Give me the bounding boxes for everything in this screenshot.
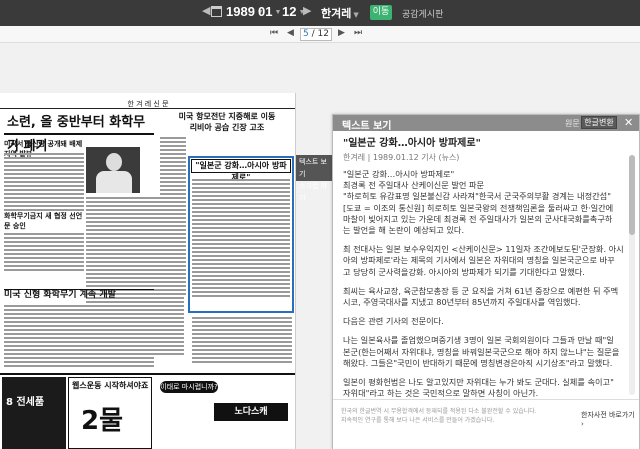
- ad-middle: 웹스운동 시작하셔야죠 2물: [68, 377, 152, 449]
- paragraph-line: 일본이 평화헌법은 나도 알고있지만 자위대는 누가 봐도 군대다. 실체를 속…: [343, 377, 614, 388]
- paragraph-line: 자위대"라고 하는 것은 국민적으로 말하면 사칭이 아닌가.: [343, 388, 539, 397]
- footer-notice: 지속적인 연구를 통해 보다 나은 서비스를 만들어 가겠습니다.: [341, 417, 495, 424]
- article-title: "일본군 강화…아시아 방파제로": [343, 138, 481, 149]
- article-paragraph: 다음은 관련 기사의 전문이다.: [343, 316, 631, 327]
- article-paragraph: 최씨는 육사교장, 육군참모총장 등 군 요직을 거쳐 61년 중장으로 예편한…: [343, 286, 631, 308]
- page-indicator[interactable]: 5 / 12: [300, 28, 332, 41]
- paragraph-line: 최씨는 육사교장, 육군참모총장 등 군 요직을 거쳐 61년 중장으로 예편한…: [343, 285, 619, 296]
- paragraph-line: 본군(한는어째서 자위대냐, 명칭을 바꿔일본국군으로 해야 하지 않느냐"는 …: [343, 346, 620, 357]
- panel-scrollbar[interactable]: [629, 155, 635, 395]
- photo-person-body: [96, 171, 132, 193]
- move-button[interactable]: 이동: [370, 5, 392, 20]
- scrap-option[interactable]: 스크랩 하기: [299, 180, 333, 204]
- paper-select[interactable]: 한겨레 ▼: [321, 5, 359, 21]
- text-view-panel: 텍스트 보기 원문 한글변환 ✕ "일본군 강화…아시아 방파제로" 한겨레 |…: [332, 114, 640, 449]
- article-paragraph: "일본군 강화…아시아 방파제로" 최경록 전 주일대사 산케이신문 발언 파문…: [343, 169, 631, 236]
- close-icon[interactable]: ✕: [624, 116, 633, 129]
- panel-title: 텍스트 보기: [342, 121, 392, 132]
- article-body-text[interactable]: [192, 317, 292, 369]
- next-date-icon[interactable]: ▶: [303, 4, 311, 17]
- paragraph-line: 다음은 관련 기사의 전문이다.: [343, 316, 444, 327]
- month-value: 01: [258, 4, 273, 19]
- article-context-menu: 텍스트 보기 스크랩 하기: [296, 155, 336, 202]
- ad-middle-title: 웹스운동 시작하셔야죠: [72, 381, 149, 390]
- panel-header: 텍스트 보기 원문 한글변환 ✕: [333, 115, 639, 132]
- first-page-icon[interactable]: ⏮: [270, 28, 278, 38]
- date-toolbar: ◀ 1989 ▼ 01 ▼ 12 ▼ ▶ 한겨레 ▼ 이동 공감게시판: [0, 0, 640, 26]
- paragraph-line: "일본군 강화…아시아 방파제로": [343, 169, 455, 179]
- scrollbar-thumb[interactable]: [629, 155, 635, 235]
- paragraph-line: 최경록 전 주일대사 산케이신문 발언 파문: [343, 180, 485, 191]
- last-page-icon[interactable]: ⏭: [354, 28, 362, 38]
- paragraph-line: 아의 방파제로'라는 제목의 기사에서 일본은 자위대의 명칭을 일본국군으로 …: [343, 255, 615, 266]
- month-select[interactable]: 01 ▼: [258, 4, 281, 19]
- newspaper-header: 한 겨 레 신 문: [0, 99, 295, 109]
- paper-value: 한겨레: [321, 7, 352, 20]
- paragraph-line: 해왔다. 그들은"국민이 반대하기 때문에 명칭변경은아직 시기상조"라고 말했…: [343, 357, 613, 368]
- current-page: 5: [303, 29, 309, 39]
- view-text-option[interactable]: 텍스트 보기: [299, 156, 333, 180]
- next-page-icon[interactable]: ▶: [338, 28, 345, 38]
- paragraph-line: 마찰이 빚어지고 있는 가운데 최경록 전 주일대사가 일본의 군사대국화를촉구…: [343, 213, 613, 224]
- panel-footer: 한국의 한글번역 시 무용합격에서 등재되를 적용된 다소 불완전할 수 있습니…: [333, 399, 639, 449]
- article-body-text[interactable]: [160, 137, 186, 367]
- ad-left: 8 전세품: [2, 377, 66, 449]
- article-headline-secondary[interactable]: 미국 항모전단 지중해로 이동 리비아 공습 긴장 고조: [160, 111, 294, 133]
- chevron-down-icon: ▼: [353, 11, 359, 19]
- ad-right-brand: 노다스캐: [214, 403, 288, 421]
- article-subhead[interactable]: 미국 신형 화학무기 계속 개발: [4, 289, 154, 300]
- article-meta: 한겨레 | 1989.01.12 기사 (뉴스): [343, 153, 460, 162]
- total-pages: / 12: [311, 29, 329, 39]
- article-body-text[interactable]: [4, 305, 154, 369]
- article-paragraph: 최 전대사는 일본 보수우익지인 <산케이신문> 11일자 조간에보도된'군장화…: [343, 244, 631, 278]
- ad-right-badge: 이태로 마시렵니까?: [160, 381, 218, 393]
- paragraph-line: [도쿄 = 이조의 통신원] 히로히토 일본국왕의 전쟁책임론을 둘러싸고 한·…: [343, 202, 614, 213]
- headline2-text: 미국 항모전단 지중해로 이동: [178, 112, 276, 121]
- chevron-down-icon: ▼: [274, 9, 282, 17]
- year-value: 1989: [226, 4, 255, 19]
- newspaper-photo[interactable]: [86, 147, 140, 193]
- paragraph-line: 시코, 주영국대사를 지냈고 80년부터 85년까지 주일대사를 역임했다.: [343, 297, 581, 308]
- ad-right: 이태로 마시렵니까? 노다스캐: [154, 377, 294, 449]
- board-link[interactable]: 공감게시판: [402, 7, 443, 20]
- original-text-toggle[interactable]: 원문: [565, 118, 580, 129]
- day-select[interactable]: 12 ▼: [282, 4, 305, 19]
- ad-left-text: 8 전세품: [6, 397, 45, 408]
- footer-notice: 한국의 한글번역 시 무용합격에서 등재되를 적용된 다소 불완전할 수 있습니…: [341, 408, 537, 415]
- page-navigation: ⏮ ◀ 5 / 12 ▶ ⏭: [0, 26, 640, 43]
- paragraph-line: 최 전대사는 일본 보수우익지인 <산케이신문> 11일자 조간에보도된'군장화…: [343, 244, 624, 255]
- advertisement-section[interactable]: 8 전세품 웹스운동 시작하셔야죠 2물 이태로 마시렵니까? 노다스캐: [0, 373, 295, 449]
- ad-middle-big: 2물: [81, 406, 124, 436]
- article-paragraph: 일본이 평화헌법은 나도 알고있지만 자위대는 누가 봐도 군대다. 실체를 속…: [343, 377, 631, 397]
- paragraph-line: 나는 일본육사를 졸업했으며중기생 3명이 일본 국회의원이다 그들과 만날 때…: [343, 335, 614, 346]
- paragraph-line: 고 당당히 군사력을강화. 아시아의 방파제가 되기를 기대한다고 말했다.: [343, 266, 585, 277]
- prev-page-icon[interactable]: ◀: [287, 28, 294, 38]
- day-value: 12: [282, 4, 297, 19]
- hanja-dictionary-link[interactable]: 한자사전 바로가기 ›: [581, 410, 639, 428]
- headline2-subtext: 리비아 공습 긴장 고조: [189, 123, 265, 132]
- selected-article-body[interactable]: [192, 179, 290, 309]
- calendar-icon[interactable]: [211, 6, 222, 17]
- photo-person-head: [106, 153, 122, 171]
- article-subhead[interactable]: 화학무기금지 새 협정 선언문 승인: [4, 211, 84, 231]
- article-text-body[interactable]: "일본군 강화…아시아 방파제로" 한겨레 | 1989.01.12 기사 (뉴…: [343, 137, 631, 397]
- paragraph-line: 는 발언을 해 논란이 예상되고 있다.: [343, 225, 465, 236]
- article-paragraph: 나는 일본육사를 졸업했으며중기생 3명이 일본 국회의원이다 그들과 만날 때…: [343, 335, 631, 369]
- selected-article-title[interactable]: "일본군 강화…아시아 방파제로": [191, 159, 291, 182]
- article-headline[interactable]: 소련, 올 중반부터 화학무기 폐기: [4, 111, 154, 154]
- hangul-convert-button[interactable]: 한글변환: [581, 116, 617, 129]
- paragraph-line: "하로히토 유감표명 일본불신감 사라져"한국서 군국주의부활 경계는 내정간섭…: [343, 191, 611, 202]
- newspaper-page[interactable]: 한 겨 레 신 문 소련, 올 중반부터 화학무기 폐기 미국 항모전단 지중해…: [0, 93, 296, 449]
- prev-date-icon[interactable]: ◀: [202, 4, 210, 17]
